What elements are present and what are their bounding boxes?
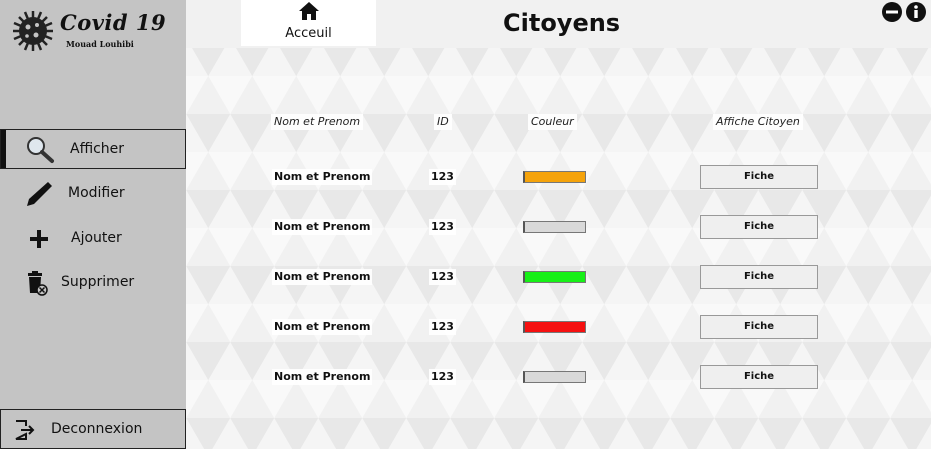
column-header-id: ID — [434, 114, 452, 130]
pen-icon — [27, 182, 52, 206]
logout-icon — [15, 420, 35, 440]
app-logo: Covid 19 Mouad Louhibi — [12, 8, 182, 58]
column-header-name: Nom et Prenom — [271, 114, 364, 130]
column-header-color: Couleur — [528, 114, 577, 130]
sidebar-item-label: Modifier — [68, 185, 125, 201]
citizen-name: Nom et Prenom — [272, 169, 373, 185]
fiche-button[interactable]: Fiche — [700, 315, 818, 339]
app-author: Mouad Louhibi — [66, 39, 134, 49]
info-icon[interactable] — [906, 2, 926, 22]
citizen-name: Nom et Prenom — [272, 319, 373, 335]
fiche-button[interactable]: Fiche — [700, 165, 818, 189]
citizen-id: 123 — [429, 219, 456, 235]
sidebar-item-supprimer[interactable]: Supprimer — [0, 263, 186, 303]
color-indicator — [523, 321, 586, 333]
active-indicator — [1, 130, 6, 168]
color-indicator — [523, 171, 586, 183]
fiche-button[interactable]: Fiche — [700, 215, 818, 239]
color-indicator — [523, 371, 586, 383]
trash-icon — [28, 271, 48, 296]
home-tab[interactable]: Acceuil — [241, 0, 376, 46]
color-indicator — [523, 221, 586, 233]
home-tab-label: Acceuil — [285, 26, 332, 41]
fiche-button[interactable]: Fiche — [700, 265, 818, 289]
minimize-icon[interactable] — [882, 2, 902, 22]
search-icon — [27, 137, 54, 163]
logout-button[interactable]: Deconnexion — [0, 409, 186, 449]
citizen-id: 123 — [429, 269, 456, 285]
sidebar-item-modifier[interactable]: Modifier — [0, 174, 186, 214]
sidebar-item-afficher[interactable]: Afficher — [0, 129, 186, 169]
sidebar: Covid 19 Mouad Louhibi Afficher Modifier… — [0, 0, 186, 449]
virus-icon — [13, 11, 53, 51]
citizen-name: Nom et Prenom — [272, 369, 373, 385]
home-icon — [299, 2, 319, 20]
citizen-name: Nom et Prenom — [272, 269, 373, 285]
page-title: Citoyens — [503, 9, 621, 37]
citizen-id: 123 — [429, 369, 456, 385]
app-title: Covid 19 — [60, 10, 167, 35]
color-indicator — [523, 271, 586, 283]
logout-label: Deconnexion — [51, 421, 143, 437]
sidebar-item-ajouter[interactable]: Ajouter — [0, 219, 186, 259]
plus-icon — [30, 230, 48, 248]
citizen-name: Nom et Prenom — [272, 219, 373, 235]
citizen-id: 123 — [429, 319, 456, 335]
sidebar-item-label: Afficher — [70, 141, 125, 157]
column-header-action: Affiche Citoyen — [713, 114, 803, 130]
citizen-id: 123 — [429, 169, 456, 185]
fiche-button[interactable]: Fiche — [700, 365, 818, 389]
sidebar-item-label: Ajouter — [71, 230, 122, 246]
sidebar-item-label: Supprimer — [61, 274, 135, 290]
